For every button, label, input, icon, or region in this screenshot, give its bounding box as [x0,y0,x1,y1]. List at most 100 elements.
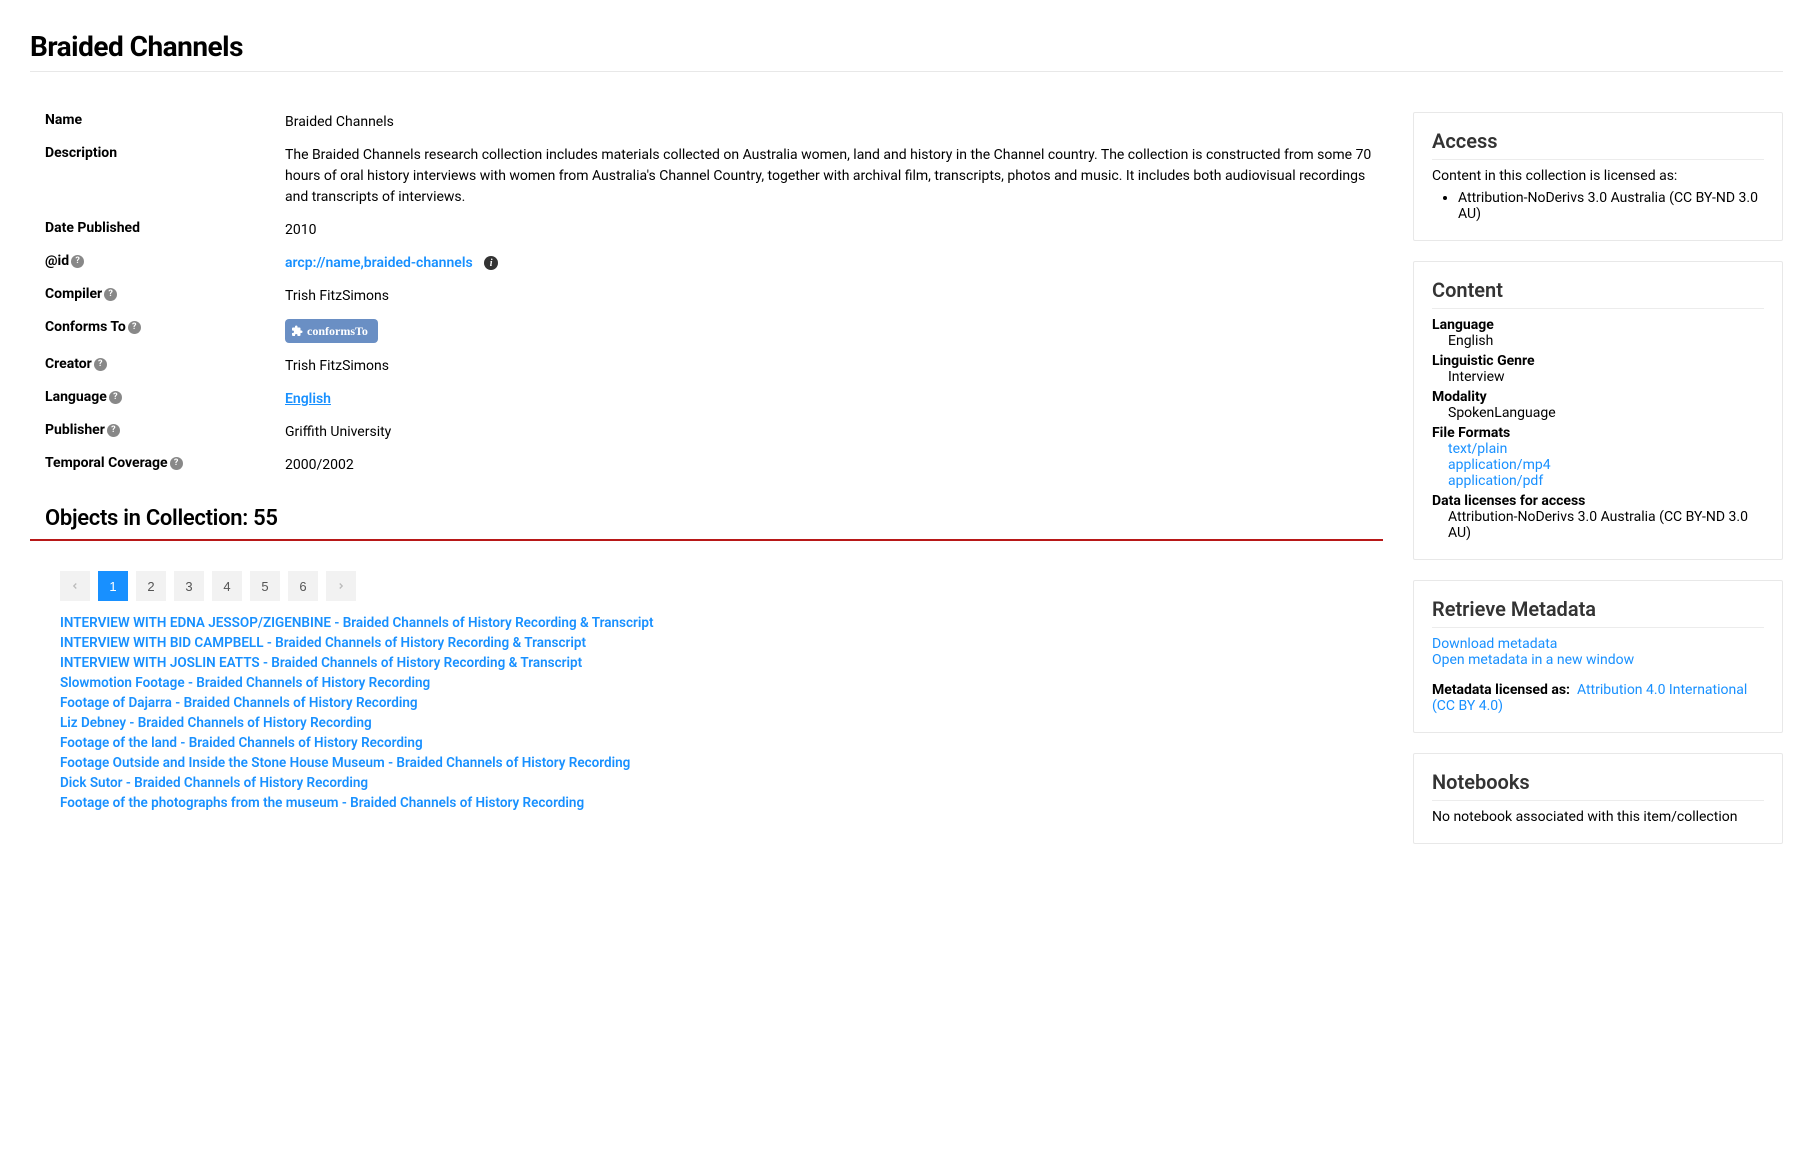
meta-label-compiler-text: Compiler [45,286,102,302]
meta-label-date-published: Date Published [45,220,285,236]
meta-row-creator: Creator? Trish FitzSimons [45,356,1398,377]
format-link[interactable]: application/mp4 [1448,457,1551,473]
meta-row-language: Language? English [45,389,1398,410]
title-divider [30,71,1783,72]
meta-label-compiler: Compiler? [45,286,285,302]
page-5-button[interactable]: 5 [250,571,280,601]
meta-value-publisher: Griffith University [285,422,1398,443]
meta-value-temporal: 2000/2002 [285,455,1398,476]
object-link[interactable]: INTERVIEW WITH JOSLIN EATTS - Braided Ch… [60,655,1383,671]
help-icon[interactable]: ? [170,457,183,470]
format-link[interactable]: text/plain [1448,441,1507,457]
meta-label-language: Language? [45,389,285,405]
retrieve-heading: Retrieve Metadata [1432,597,1764,628]
meta-row-description: Description The Braided Channels researc… [45,145,1398,208]
notebooks-empty-text: No notebook associated with this item/co… [1432,809,1764,825]
meta-label-conforms-to: Conforms To? [45,319,285,335]
pagination: 1 2 3 4 5 6 [60,571,1383,601]
page-2-button[interactable]: 2 [136,571,166,601]
puzzle-icon [291,325,303,337]
chevron-left-icon [70,581,80,591]
object-link[interactable]: INTERVIEW WITH EDNA JESSOP/ZIGENBINE - B… [60,615,1383,631]
page-next-button[interactable] [326,571,356,601]
meta-label-creator: Creator? [45,356,285,372]
meta-label-temporal-text: Temporal Coverage [45,455,168,471]
info-icon[interactable]: i [484,256,498,270]
page-1-button[interactable]: 1 [98,571,128,601]
meta-label-name: Name [45,112,285,128]
meta-row-name: Name Braided Channels [45,112,1398,133]
metadata-license-label: Metadata licensed as: [1432,682,1570,698]
meta-label-id: @id? [45,253,285,269]
meta-label-language-text: Language [45,389,107,405]
page-4-button[interactable]: 4 [212,571,242,601]
help-icon[interactable]: ? [128,321,141,334]
content-licenses-value: Attribution-NoDerivs 3.0 Australia (CC B… [1448,509,1764,541]
object-link[interactable]: Footage Outside and Inside the Stone Hou… [60,755,1383,771]
access-card: Access Content in this collection is lic… [1413,112,1783,241]
object-link[interactable]: Dick Sutor - Braided Channels of History… [60,775,1383,791]
access-intro: Content in this collection is licensed a… [1432,168,1764,184]
meta-value-id-cell: arcp://name,braided-channels i [285,253,1398,274]
help-icon[interactable]: ? [94,358,107,371]
meta-row-date-published: Date Published 2010 [45,220,1398,241]
content-genre-label: Linguistic Genre [1432,353,1764,369]
format-link[interactable]: application/pdf [1448,473,1543,489]
help-icon[interactable]: ? [107,424,120,437]
object-link[interactable]: Footage of Dajarra - Braided Channels of… [60,695,1383,711]
page-6-button[interactable]: 6 [288,571,318,601]
meta-label-publisher-text: Publisher [45,422,105,438]
open-metadata-link[interactable]: Open metadata in a new window [1432,652,1634,668]
page-title: Braided Channels [30,30,1783,63]
content-licenses-label: Data licenses for access [1432,493,1764,509]
id-link[interactable]: arcp://name,braided-channels [285,255,473,271]
download-metadata-link[interactable]: Download metadata [1432,636,1557,652]
content-modality-value: SpokenLanguage [1448,405,1764,421]
access-license: Attribution-NoDerivs 3.0 Australia (CC B… [1458,190,1764,222]
main-column: Name Braided Channels Description The Br… [30,112,1383,811]
meta-value-compiler: Trish FitzSimons [285,286,1398,307]
meta-label-description: Description [45,145,285,161]
content-modality-label: Modality [1432,389,1764,405]
sidebar: Access Content in this collection is lic… [1413,112,1783,864]
help-icon[interactable]: ? [104,288,117,301]
object-link[interactable]: Slowmotion Footage - Braided Channels of… [60,675,1383,691]
meta-label-id-text: @id [45,253,69,269]
content-formats-label: File Formats [1432,425,1764,441]
meta-value-date-published: 2010 [285,220,1398,241]
content-language-label: Language [1432,317,1764,333]
content-card: Content Language English Linguistic Genr… [1413,261,1783,560]
notebooks-heading: Notebooks [1432,770,1764,801]
conforms-to-badge[interactable]: conformsTo [285,319,378,343]
meta-row-publisher: Publisher? Griffith University [45,422,1398,443]
page-prev-button[interactable] [60,571,90,601]
object-link[interactable]: Footage of the photographs from the muse… [60,795,1383,811]
objects-heading: Objects in Collection: 55 [45,506,1383,531]
meta-label-conforms-to-text: Conforms To [45,319,126,335]
help-icon[interactable]: ? [109,391,122,404]
meta-label-temporal: Temporal Coverage? [45,455,285,471]
access-heading: Access [1432,129,1764,160]
object-link[interactable]: Liz Debney - Braided Channels of History… [60,715,1383,731]
language-link[interactable]: English [285,391,331,407]
help-icon[interactable]: ? [71,255,84,268]
meta-label-creator-text: Creator [45,356,92,372]
meta-row-conforms-to: Conforms To? conformsTo [45,319,1398,344]
meta-value-name: Braided Channels [285,112,1398,133]
meta-label-publisher: Publisher? [45,422,285,438]
content-language-value: English [1448,333,1764,349]
meta-value-language-cell: English [285,389,1398,410]
retrieve-card: Retrieve Metadata Download metadata Open… [1413,580,1783,733]
objects-list: INTERVIEW WITH EDNA JESSOP/ZIGENBINE - B… [60,615,1383,811]
meta-value-creator: Trish FitzSimons [285,356,1398,377]
meta-row-id: @id? arcp://name,braided-channels i [45,253,1398,274]
content-heading: Content [1432,278,1764,309]
object-link[interactable]: Footage of the land - Braided Channels o… [60,735,1383,751]
page-3-button[interactable]: 3 [174,571,204,601]
object-link[interactable]: INTERVIEW WITH BID CAMPBELL - Braided Ch… [60,635,1383,651]
meta-row-compiler: Compiler? Trish FitzSimons [45,286,1398,307]
objects-divider [30,539,1383,541]
content-genre-value: Interview [1448,369,1764,385]
metadata-table: Name Braided Channels Description The Br… [45,112,1398,476]
notebooks-card: Notebooks No notebook associated with th… [1413,753,1783,844]
